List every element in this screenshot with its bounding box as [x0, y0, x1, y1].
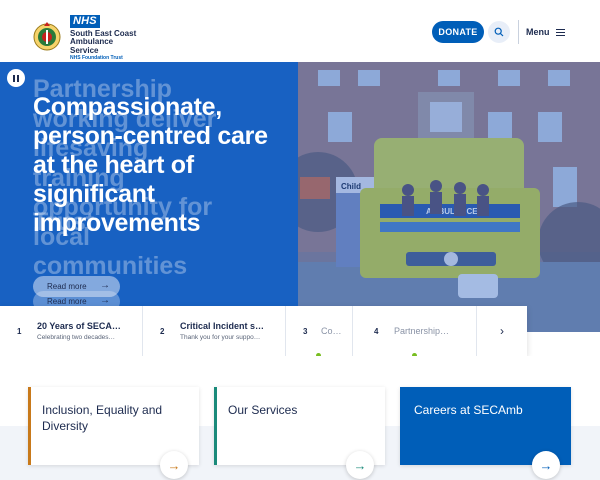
card-title: Our Services: [228, 403, 298, 417]
donate-button[interactable]: DONATE: [432, 21, 484, 43]
hero-headline: Compassionate, person-centred care at th…: [33, 93, 268, 237]
carousel-slide-1[interactable]: 1 20 Years of SECA… Celebrating two deca…: [0, 306, 143, 356]
read-more-label: Read more: [47, 282, 87, 291]
hero-photo: Child AMBULANCE: [298, 62, 600, 332]
menu-label: Menu: [526, 27, 550, 37]
search-button[interactable]: [488, 21, 510, 43]
card-title: Careers at SECAmb: [414, 403, 523, 417]
carousel-slide-2[interactable]: 2 Critical Incident s… Thank you for you…: [143, 306, 286, 356]
org-name: South East Coast Ambulance Service: [70, 29, 137, 55]
card-accent: [28, 387, 31, 465]
slide-number: 1: [17, 326, 22, 336]
site-logo[interactable]: NHS South East Coast Ambulance Service N…: [32, 12, 140, 61]
arrow-right-icon: →: [100, 280, 110, 291]
slide-number: 4: [374, 326, 379, 336]
slide-subtitle: Celebrating two decades…: [37, 334, 116, 341]
slide-title: 20 Years of SECA…: [37, 321, 121, 331]
pause-button[interactable]: [7, 69, 25, 87]
card-arrow-button[interactable]: →: [160, 451, 188, 479]
slide-title: Co…: [321, 326, 342, 336]
card-accent: [214, 387, 217, 465]
slide-number: 2: [160, 326, 165, 336]
arrow-right-icon: →: [167, 457, 181, 473]
slide-subtitle: Thank you for your suppo…: [180, 334, 261, 341]
carousel-slide-3[interactable]: 3 Co…: [286, 306, 353, 356]
carousel-slide-4[interactable]: 4 Partnership…: [353, 306, 477, 356]
chevron-right-icon: ›: [500, 324, 504, 338]
read-more-label: Read more: [47, 297, 87, 306]
hamburger-icon: [555, 27, 565, 38]
nhs-badge: NHS: [70, 15, 100, 28]
slide-carousel: 1 20 Years of SECA… Celebrating two deca…: [0, 306, 527, 356]
search-icon: [494, 27, 504, 37]
hero-text-panel: Partnership working deliver lifesaving t…: [0, 62, 298, 332]
arrow-right-icon: →: [353, 457, 367, 473]
crest-icon: [32, 19, 62, 55]
hero-banner: Partnership working deliver lifesaving t…: [0, 62, 600, 332]
pause-icon: [13, 74, 15, 82]
card-careers[interactable]: Careers at SECAmb →: [400, 387, 571, 479]
header-divider: [518, 20, 519, 44]
slide-number: 3: [303, 326, 308, 336]
card-arrow-button[interactable]: →: [346, 451, 374, 479]
slide-title: Critical Incident s…: [180, 321, 265, 331]
arrow-right-icon: →: [100, 295, 110, 306]
menu-button[interactable]: Menu: [526, 22, 565, 42]
site-header: NHS South East Coast Ambulance Service N…: [0, 0, 600, 62]
slide-title: Partnership…: [394, 326, 450, 336]
card-title: Inclusion, Equality and Diversity: [42, 403, 163, 433]
org-subtitle: NHS Foundation Trust: [70, 55, 123, 62]
card-inclusion[interactable]: Inclusion, Equality and Diversity →: [28, 387, 199, 479]
card-arrow-button[interactable]: →: [532, 451, 560, 479]
arrow-right-icon: →: [539, 457, 553, 473]
card-our-services[interactable]: Our Services →: [214, 387, 385, 479]
carousel-next-button[interactable]: ›: [477, 306, 527, 356]
ambulance-photo: Child AMBULANCE: [298, 62, 600, 332]
